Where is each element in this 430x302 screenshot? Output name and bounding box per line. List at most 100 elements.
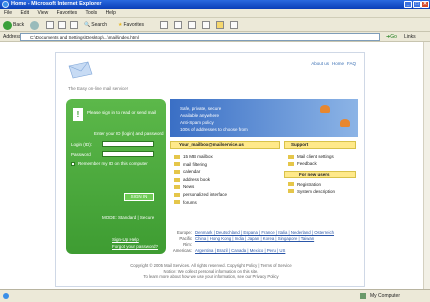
- forums-icon: [174, 200, 180, 205]
- messenger-button[interactable]: [230, 20, 238, 30]
- status-bar: My Computer: [0, 289, 430, 302]
- zone-label: My Computer: [370, 293, 401, 299]
- list-item[interactable]: personalized interface: [174, 191, 227, 199]
- edit-icon: [202, 21, 210, 29]
- new-users-header: For new users: [284, 171, 356, 178]
- forward-arrow-icon: [30, 20, 39, 30]
- address-book-icon: [174, 177, 180, 182]
- folder-icon: [216, 21, 224, 29]
- menu-favorites[interactable]: Favorites: [57, 10, 78, 16]
- exclamation-icon: !: [73, 108, 83, 121]
- mode-switch[interactable]: MODE: Standard | Secure: [102, 215, 154, 220]
- title-bar: Home - Microsoft Internet Explorer _ □ ✕: [0, 0, 430, 9]
- signup-help-link[interactable]: Sign-Up Help: [112, 237, 139, 242]
- browser-viewport: The Easy on-line mail service! About us …: [0, 42, 423, 289]
- support-header: Support: [284, 141, 356, 149]
- menu-view[interactable]: View: [37, 10, 48, 16]
- toolbar: Back 🔍 Search ★ Favorites: [0, 18, 430, 32]
- feedback-icon: [288, 161, 294, 166]
- back-arrow-icon: [3, 20, 12, 30]
- id-hint: Enter your ID (login) and password: [94, 131, 164, 136]
- password-input[interactable]: [102, 151, 154, 157]
- page-done-icon: [3, 293, 9, 299]
- messenger-icon: [230, 21, 238, 29]
- banner-line-3: Anti-Spam policy: [180, 120, 214, 125]
- list-item[interactable]: forums: [174, 199, 227, 207]
- forgot-password-link[interactable]: Forgot your password?: [112, 244, 158, 249]
- faq-link[interactable]: FAQ: [347, 61, 356, 66]
- list-item[interactable]: News: [174, 183, 227, 191]
- close-button[interactable]: ✕: [421, 1, 429, 8]
- list-item[interactable]: calendar: [174, 168, 227, 176]
- go-button[interactable]: ➜Go: [386, 33, 397, 41]
- promo-banner: Safe, private, secure Available anywhere…: [170, 99, 358, 137]
- back-button[interactable]: Back: [3, 20, 24, 30]
- mailbox-header: Your_mailbox@mailservice.us: [170, 141, 280, 149]
- list-item[interactable]: mail filtering: [174, 161, 227, 169]
- login-label: Login (ID):: [71, 142, 93, 147]
- computer-icon: [360, 293, 366, 299]
- folder-button[interactable]: [216, 20, 224, 30]
- address-bar: Address C:\Documents and Settings\Deskto…: [0, 32, 430, 42]
- system-description-link[interactable]: System description: [288, 188, 335, 195]
- login-note: Please sign in to read or send mail: [87, 110, 157, 115]
- print-button[interactable]: [188, 20, 196, 30]
- registration-icon: [288, 182, 294, 186]
- forward-button[interactable]: [30, 20, 39, 30]
- menu-file[interactable]: File: [4, 10, 12, 16]
- feature-list: 15 MB mailbox mail filtering calendar ad…: [174, 153, 227, 206]
- print-icon: [188, 21, 196, 29]
- sign-in-button[interactable]: SIGN IN: [124, 193, 154, 201]
- star-icon: ★: [118, 22, 123, 28]
- mail-button[interactable]: [174, 20, 182, 30]
- minimize-button[interactable]: _: [404, 1, 412, 8]
- news-icon: [174, 185, 180, 190]
- remember-checkbox[interactable]: [71, 162, 75, 166]
- banner-line-1: Safe, private, secure: [180, 106, 222, 111]
- refresh-icon: [58, 21, 66, 29]
- mail-icon: [174, 21, 182, 29]
- registration-link[interactable]: Registration: [288, 181, 335, 188]
- links-button[interactable]: Links: [404, 33, 416, 41]
- home-button[interactable]: [70, 20, 78, 30]
- settings-icon: [288, 154, 294, 159]
- description-icon: [288, 189, 294, 193]
- home-icon: [70, 21, 78, 29]
- region-country-links[interactable]: China | Hong Kong | India | Japan | Kore…: [195, 236, 314, 248]
- maximize-button[interactable]: □: [413, 1, 421, 8]
- region-country-links[interactable]: Argentina | Brazil | Canada | Mexico | P…: [195, 248, 285, 254]
- menu-edit[interactable]: Edit: [20, 10, 29, 16]
- privacy-line[interactable]: To learn more about how we use your info…: [96, 274, 326, 280]
- butterfly-icon: [340, 119, 350, 127]
- mail-client-settings-link[interactable]: Mail client settings: [288, 153, 334, 160]
- search-button[interactable]: 🔍 Search: [84, 20, 107, 30]
- regional-links: Europe: Denmark | Deutschland | Espana | …: [170, 230, 358, 254]
- search-icon: 🔍: [84, 22, 91, 28]
- history-button[interactable]: [160, 20, 168, 30]
- refresh-button[interactable]: [58, 20, 66, 30]
- calendar-icon: [174, 170, 180, 174]
- menu-help[interactable]: Help: [106, 10, 116, 16]
- region-row: Pacific Rim: China | Hong Kong | India | …: [179, 236, 315, 248]
- stop-button[interactable]: [46, 20, 54, 30]
- support-list: Mail client settings Feedback: [288, 153, 334, 167]
- region-row: Americas: Argentina | Brazil | Canada | M…: [172, 248, 286, 254]
- remember-label: Remember my ID on this computer: [78, 161, 148, 166]
- list-item[interactable]: address book: [174, 176, 227, 184]
- edit-button[interactable]: [202, 20, 210, 30]
- home-link[interactable]: Home: [332, 61, 344, 66]
- new-users-list: Registration System description: [288, 181, 335, 195]
- favorites-button[interactable]: ★ Favorites: [118, 20, 144, 30]
- feedback-link[interactable]: Feedback: [288, 160, 334, 167]
- list-item[interactable]: 15 MB mailbox: [174, 153, 227, 161]
- login-input[interactable]: [102, 141, 154, 147]
- password-label: Password: [71, 152, 91, 157]
- envelope-logo-icon: [68, 61, 93, 79]
- address-input[interactable]: C:\Documents and Settings\Desktop\...\ma…: [20, 33, 380, 41]
- menu-bar: File Edit View Favorites Tools Help: [0, 9, 430, 18]
- tagline: The Easy on-line mail service!: [68, 86, 129, 91]
- about-us-link[interactable]: About us: [311, 61, 329, 66]
- vertical-scrollbar[interactable]: [423, 42, 430, 289]
- banner-line-2: Available anywhere: [180, 113, 219, 118]
- menu-tools[interactable]: Tools: [85, 10, 97, 16]
